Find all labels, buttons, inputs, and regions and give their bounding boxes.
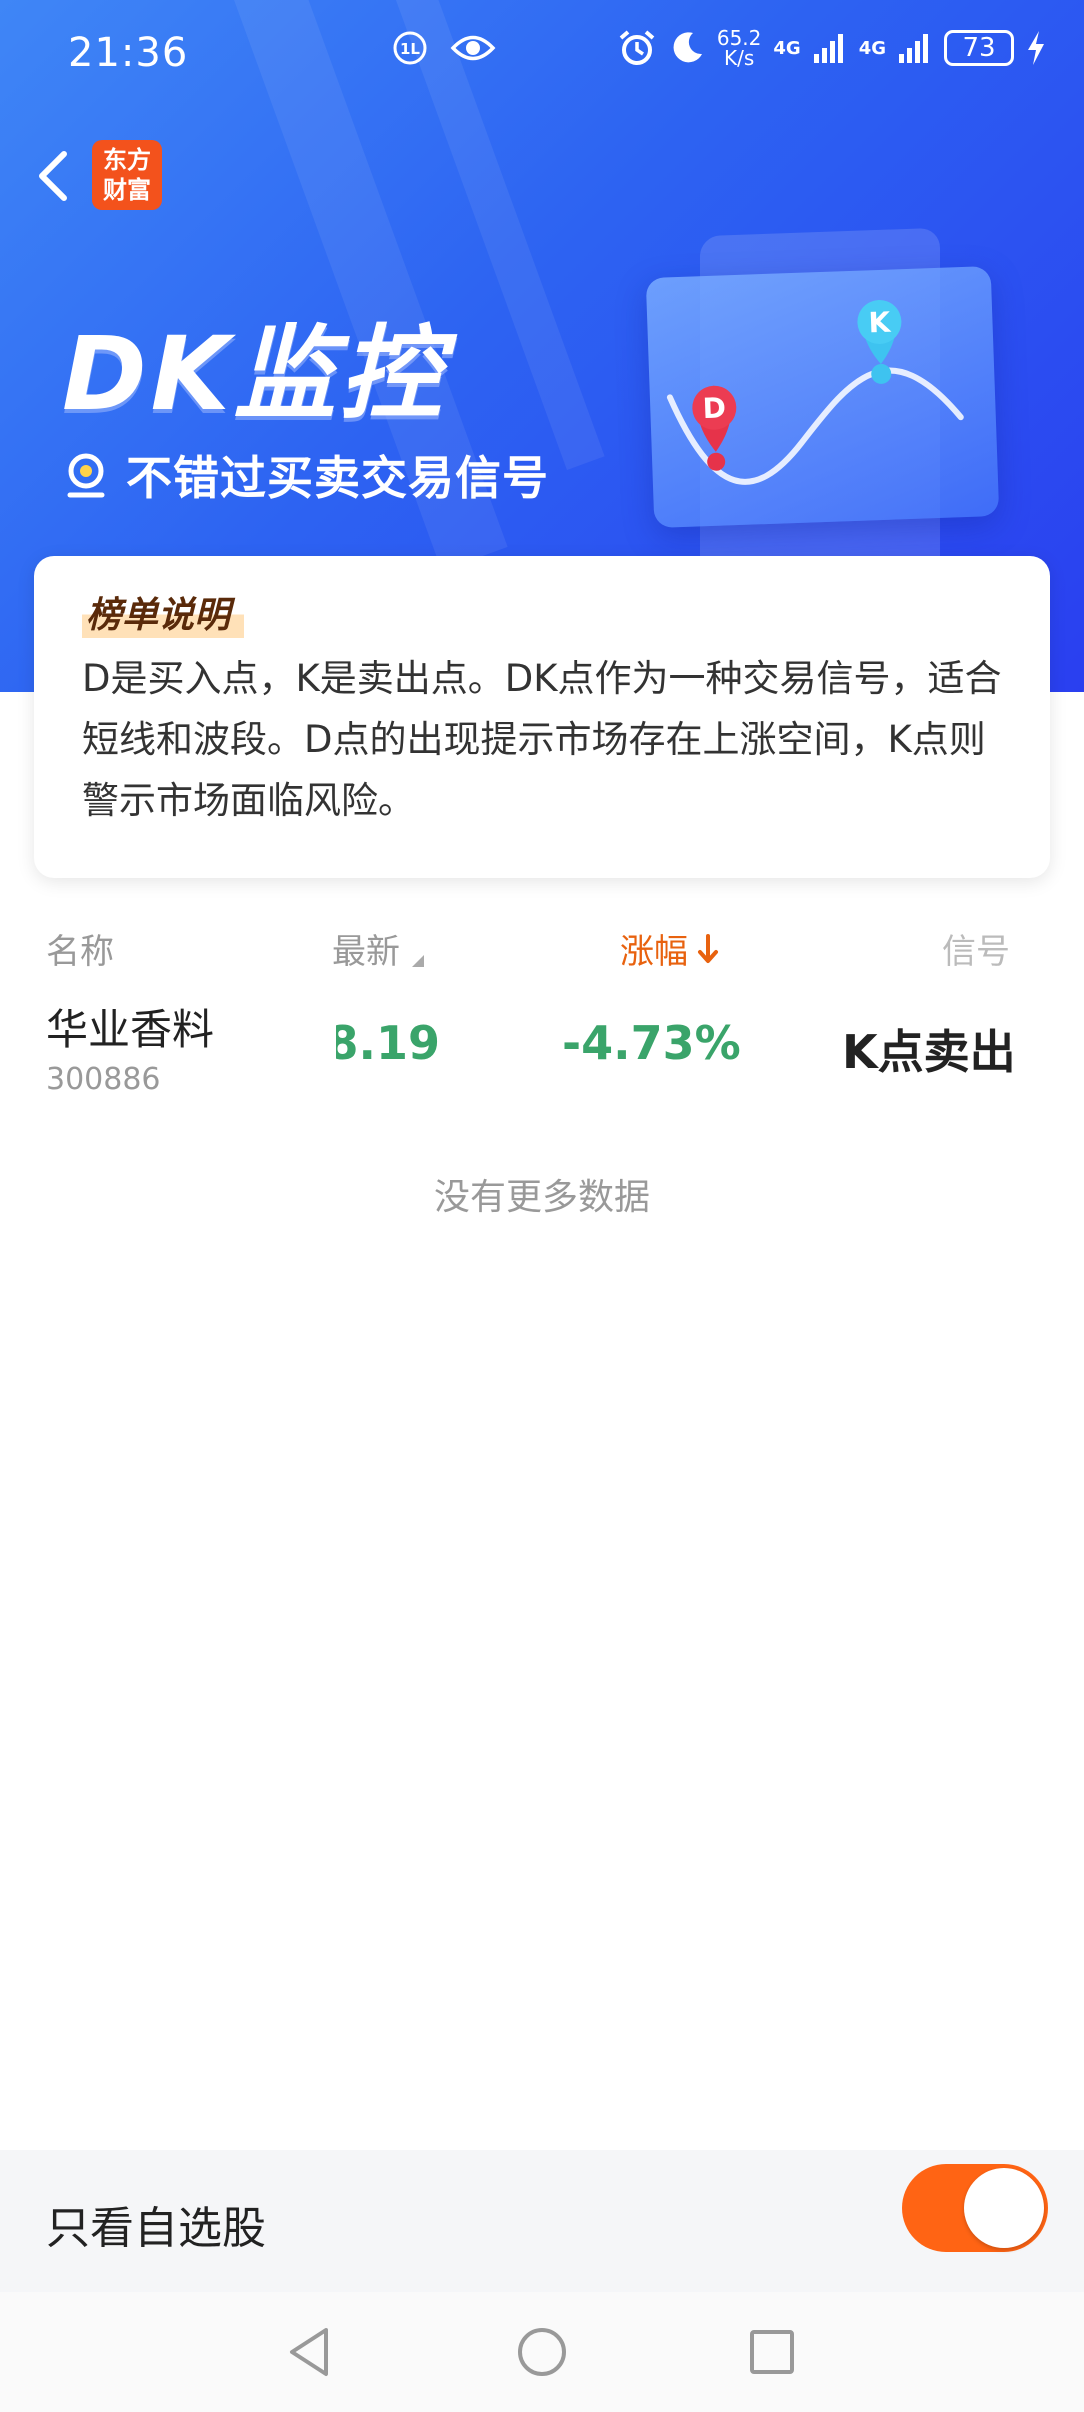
status-time: 21:36 <box>68 30 189 76</box>
status-bar: 21:36 1L 65.2 K/s 4G 4G 73 <box>0 0 1084 112</box>
latest-price: 28.19 <box>336 1016 440 1070</box>
stock-name: 华业香料 <box>46 1005 215 1054</box>
watchlist-only-toggle[interactable] <box>902 2164 1048 2252</box>
network-type-1: 4G <box>773 37 801 59</box>
network-speed-unit: K/s <box>723 46 755 70</box>
nav-home-icon[interactable] <box>510 2320 574 2384</box>
k-marker-label: K <box>868 306 892 340</box>
network-speed-value: 65.2 <box>716 26 762 50</box>
signal-icon <box>899 34 928 63</box>
hd-icon: 1L <box>393 31 427 65</box>
stock-code: 300886 <box>46 1062 161 1097</box>
back-arrow-icon[interactable] <box>30 146 80 206</box>
column-header-latest[interactable]: 最新 <box>332 924 424 973</box>
k-marker-icon: K <box>857 299 902 364</box>
ranking-description-card: 榜单说明 D是买入点，K是卖出点。DK点作为一种交易信号，适合短线和波段。D点的… <box>34 556 1050 878</box>
column-header-name: 名称 <box>46 932 114 972</box>
dk-curve-illustration: D K <box>666 299 964 485</box>
app-logo-line1: 东方 <box>103 146 151 174</box>
no-more-data-text: 没有更多数据 <box>433 1177 650 1218</box>
moon-icon <box>673 32 702 63</box>
watchlist-filter-bar: 只看自选股 <box>0 2150 1084 2292</box>
charging-icon <box>1028 31 1044 65</box>
sort-down-arrow-icon <box>698 933 718 963</box>
latest-price-cell: 28.19 <box>336 1016 466 1076</box>
status-system-icons: 65.2 K/s 4G 4G 73 <box>617 28 1046 68</box>
location-pin-icon <box>67 453 105 498</box>
column-header-change-label: 涨幅 <box>620 932 688 972</box>
status-notification-icons: 1L <box>392 30 496 66</box>
nav-recents-icon[interactable] <box>740 2320 804 2384</box>
network-speed: 65.2 K/s <box>717 28 762 68</box>
trade-signal: K点卖出 <box>842 1025 1016 1079</box>
network-type-2: 4G <box>858 37 886 59</box>
page-subtitle-row: 不错过买卖交易信号 <box>64 442 549 508</box>
nav-back-icon[interactable] <box>278 2320 342 2384</box>
illustration-card: D K <box>645 266 1000 528</box>
alarm-icon <box>619 30 655 65</box>
svg-text:1L: 1L <box>400 40 420 58</box>
description-title: 榜单说明 <box>82 586 245 638</box>
sort-indicator-icon <box>412 955 424 967</box>
signal-icon <box>813 34 843 63</box>
table-row[interactable]: 华业香料 300886 28.19 -4.73% K点卖出 <box>0 990 1084 1110</box>
price-change: -4.73% <box>562 1016 741 1070</box>
app-logo: 东方 财富 <box>92 140 162 210</box>
system-nav-bar <box>0 2292 1084 2412</box>
page-title: DK监控 <box>62 315 446 434</box>
eye-icon <box>450 35 496 61</box>
app-logo-line2: 财富 <box>103 176 151 204</box>
column-header-signal[interactable]: 信号 <box>942 924 1012 973</box>
d-marker-label: D <box>702 391 726 425</box>
battery-icon: 73 <box>944 30 1014 66</box>
page-subtitle: 不错过买卖交易信号 <box>126 451 549 505</box>
description-text: D是买入点，K是卖出点。DK点作为一种交易信号，适合短线和波段。D点的出现提示市… <box>82 657 1002 822</box>
toggle-knob <box>964 2168 1044 2248</box>
column-header-change[interactable]: 涨幅 <box>620 924 720 973</box>
column-header-latest-label: 最新 <box>332 932 400 972</box>
watchlist-only-label: 只看自选股 <box>46 2203 266 2254</box>
d-marker-icon: D <box>692 385 737 452</box>
